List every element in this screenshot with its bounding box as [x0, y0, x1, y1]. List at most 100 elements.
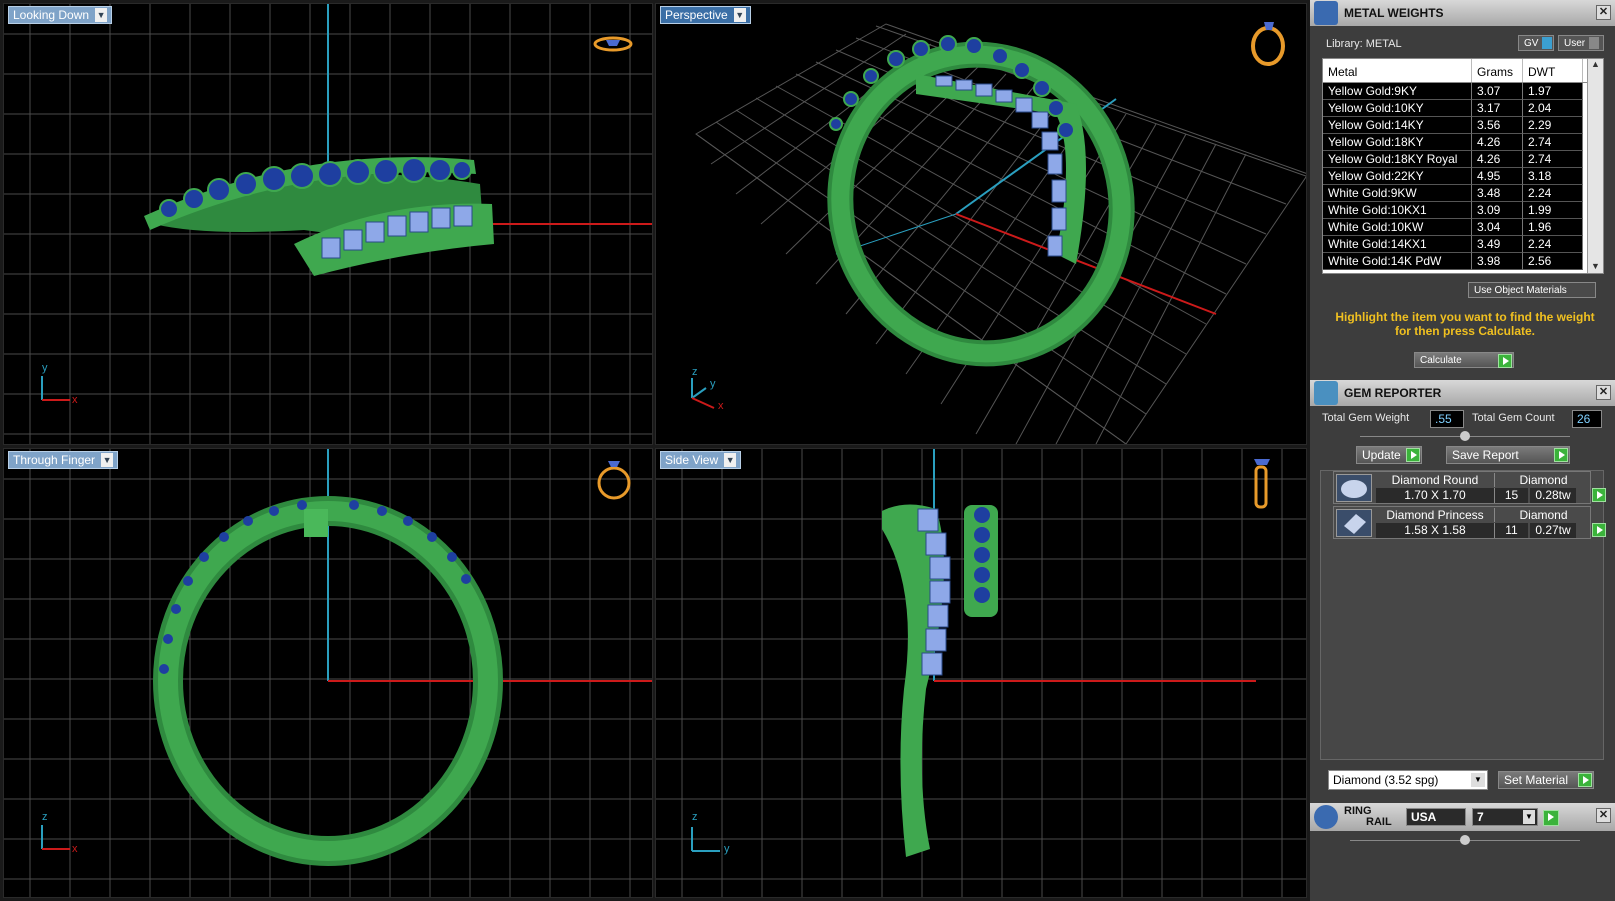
- viewport-label-perspective[interactable]: Perspective ▼: [660, 6, 751, 24]
- viewport-label-through-finger[interactable]: Through Finger ▼: [8, 451, 119, 469]
- grid: [695, 23, 1306, 444]
- ring-orientation-icon: [597, 461, 631, 500]
- ring-top-model[interactable]: [144, 157, 494, 276]
- gv-switch: [1542, 37, 1553, 49]
- scrollbar[interactable]: ▲ ▼: [1587, 59, 1603, 273]
- ring-size-value: 7: [1477, 810, 1484, 824]
- scroll-down-icon[interactable]: ▼: [1588, 261, 1603, 273]
- total-gem-weight-label: Total Gem Weight: [1322, 412, 1410, 424]
- chevron-down-icon[interactable]: ▼: [101, 453, 114, 467]
- viewport-side-view[interactable]: Side View ▼ z y: [655, 448, 1307, 898]
- close-icon[interactable]: ✕: [1596, 5, 1611, 20]
- table-row[interactable]: Yellow Gold:9KY 3.07 1.97: [1323, 83, 1603, 100]
- library-label: Library: METAL: [1326, 38, 1402, 50]
- scroll-up-icon[interactable]: ▲: [1588, 59, 1603, 73]
- column-header-metal[interactable]: Metal: [1323, 59, 1472, 82]
- axis-label-y: y: [710, 378, 716, 390]
- table-header: Metal Grams DWT: [1323, 59, 1603, 83]
- gem-list: Diamond Round Diamond 1.70 X 1.70 15 0.2…: [1320, 470, 1606, 760]
- cell-dwt: 2.74: [1523, 151, 1583, 168]
- material-select[interactable]: Diamond (3.52 spg) ▼: [1328, 770, 1488, 790]
- cell-metal: White Gold:14KX1: [1323, 236, 1472, 253]
- cell-metal: White Gold:10KW: [1323, 219, 1472, 236]
- cell-dwt: 2.74: [1523, 134, 1583, 151]
- table-row[interactable]: White Gold:9KW 3.48 2.24: [1323, 185, 1603, 202]
- viewport-label-side-view[interactable]: Side View ▼: [660, 451, 742, 469]
- ring-rail-icon: [1314, 805, 1338, 829]
- save-report-label: Save Report: [1452, 448, 1519, 462]
- ring-rail-header: RING RAIL USA 7 ▼ ✕: [1310, 803, 1615, 831]
- axis-label-y: y: [42, 362, 48, 374]
- close-icon[interactable]: ✕: [1596, 385, 1611, 400]
- viewport-through-finger[interactable]: Through Finger ▼ z x: [3, 448, 653, 898]
- table-row[interactable]: Yellow Gold:10KY 3.17 2.04: [1323, 100, 1603, 117]
- calculate-button[interactable]: Calculate: [1414, 352, 1514, 368]
- update-button[interactable]: Update: [1356, 446, 1422, 464]
- ring-rail-title-2: RAIL: [1366, 816, 1392, 828]
- cell-grams: 3.17: [1472, 100, 1523, 117]
- cell-dwt: 1.96: [1523, 219, 1583, 236]
- chevron-down-icon[interactable]: ▼: [733, 8, 746, 22]
- gem-row[interactable]: Diamond Round Diamond 1.70 X 1.70 15 0.2…: [1333, 471, 1606, 504]
- table-row[interactable]: Yellow Gold:18KY 4.26 2.74: [1323, 134, 1603, 151]
- close-icon[interactable]: ✕: [1596, 808, 1611, 823]
- table-row[interactable]: White Gold:10KX1 3.09 1.99: [1323, 202, 1603, 219]
- table-row[interactable]: Yellow Gold:18KY Royal 4.26 2.74: [1323, 151, 1603, 168]
- viewport-label-looking-down[interactable]: Looking Down ▼: [8, 6, 113, 24]
- use-object-materials-label: Use Object Materials: [1474, 284, 1567, 296]
- cell-metal: Yellow Gold:9KY: [1323, 83, 1472, 100]
- save-report-button[interactable]: Save Report: [1446, 446, 1570, 464]
- cell-grams: 3.07: [1472, 83, 1523, 100]
- cell-grams: 3.56: [1472, 117, 1523, 134]
- play-icon[interactable]: [1592, 488, 1606, 502]
- table-row[interactable]: White Gold:14KX1 3.49 2.24: [1323, 236, 1603, 253]
- axis-label-z: z: [692, 366, 698, 378]
- table-row[interactable]: White Gold:14K PdW 3.98 2.56: [1323, 253, 1603, 270]
- column-header-dwt[interactable]: DWT: [1523, 59, 1583, 82]
- gem-row[interactable]: Diamond Princess Diamond 1.58 X 1.58 11 …: [1333, 506, 1606, 539]
- cell-metal: White Gold:10KX1: [1323, 202, 1472, 219]
- metal-table[interactable]: Metal Grams DWT Yellow Gold:9KY 3.07 1.97 Y…: [1322, 58, 1604, 274]
- ring-size-select[interactable]: 7 ▼: [1472, 808, 1538, 826]
- table-row[interactable]: Yellow Gold:22KY 4.95 3.18: [1323, 168, 1603, 185]
- metal-weights-title: METAL WEIGHTS: [1344, 6, 1444, 20]
- gv-label: GV: [1524, 37, 1539, 49]
- cell-dwt: 1.99: [1523, 202, 1583, 219]
- metal-rows: Yellow Gold:9KY 3.07 1.97 Yellow Gold:10KY 3…: [1323, 83, 1603, 270]
- play-icon[interactable]: [1592, 523, 1606, 537]
- ring-perspective-model[interactable]: [807, 23, 1155, 385]
- cell-grams: 3.49: [1472, 236, 1523, 253]
- table-row[interactable]: White Gold:10KW 3.04 1.96: [1323, 219, 1603, 236]
- metal-weights-header: METAL WEIGHTS ✕: [1310, 0, 1615, 26]
- grid: [4, 4, 652, 444]
- gem-reporter-icon: [1314, 381, 1338, 405]
- cell-grams: 4.95: [1472, 168, 1523, 185]
- chevron-down-icon[interactable]: ▼: [95, 8, 108, 22]
- chevron-down-icon[interactable]: ▼: [1523, 810, 1535, 824]
- user-toggle[interactable]: User: [1558, 35, 1604, 51]
- viewport-looking-down[interactable]: Looking Down ▼ y x: [3, 3, 653, 445]
- gv-toggle[interactable]: GV: [1518, 35, 1554, 51]
- calculate-label: Calculate: [1420, 354, 1462, 366]
- gem-slider-handle[interactable]: [1460, 431, 1470, 441]
- ring-front-model[interactable]: [153, 496, 503, 866]
- play-icon[interactable]: [1543, 810, 1559, 826]
- chevron-down-icon[interactable]: ▼: [1471, 773, 1485, 787]
- ring-rail-slider-handle[interactable]: [1460, 835, 1470, 845]
- cell-dwt: 2.24: [1523, 236, 1583, 253]
- ring-orientation-icon: [1254, 459, 1270, 509]
- country-select[interactable]: USA: [1406, 808, 1466, 826]
- gem-name: Diamond Round: [1391, 473, 1479, 487]
- cell-dwt: 2.29: [1523, 117, 1583, 134]
- gem-weight: 0.28tw: [1530, 488, 1576, 503]
- viewport-perspective[interactable]: Perspective ▼ z y x: [655, 3, 1307, 445]
- table-row[interactable]: Yellow Gold:14KY 3.56 2.29: [1323, 117, 1603, 134]
- chevron-down-icon[interactable]: ▼: [724, 453, 737, 467]
- set-material-button[interactable]: Set Material: [1498, 771, 1594, 789]
- gem-reporter-title: GEM REPORTER: [1344, 386, 1442, 400]
- axis-label-x: x: [72, 394, 78, 406]
- princess-gem-icon: [1336, 509, 1372, 537]
- column-header-grams[interactable]: Grams: [1472, 59, 1523, 82]
- grid: [4, 449, 652, 897]
- use-object-materials-toggle[interactable]: Use Object Materials: [1468, 282, 1596, 298]
